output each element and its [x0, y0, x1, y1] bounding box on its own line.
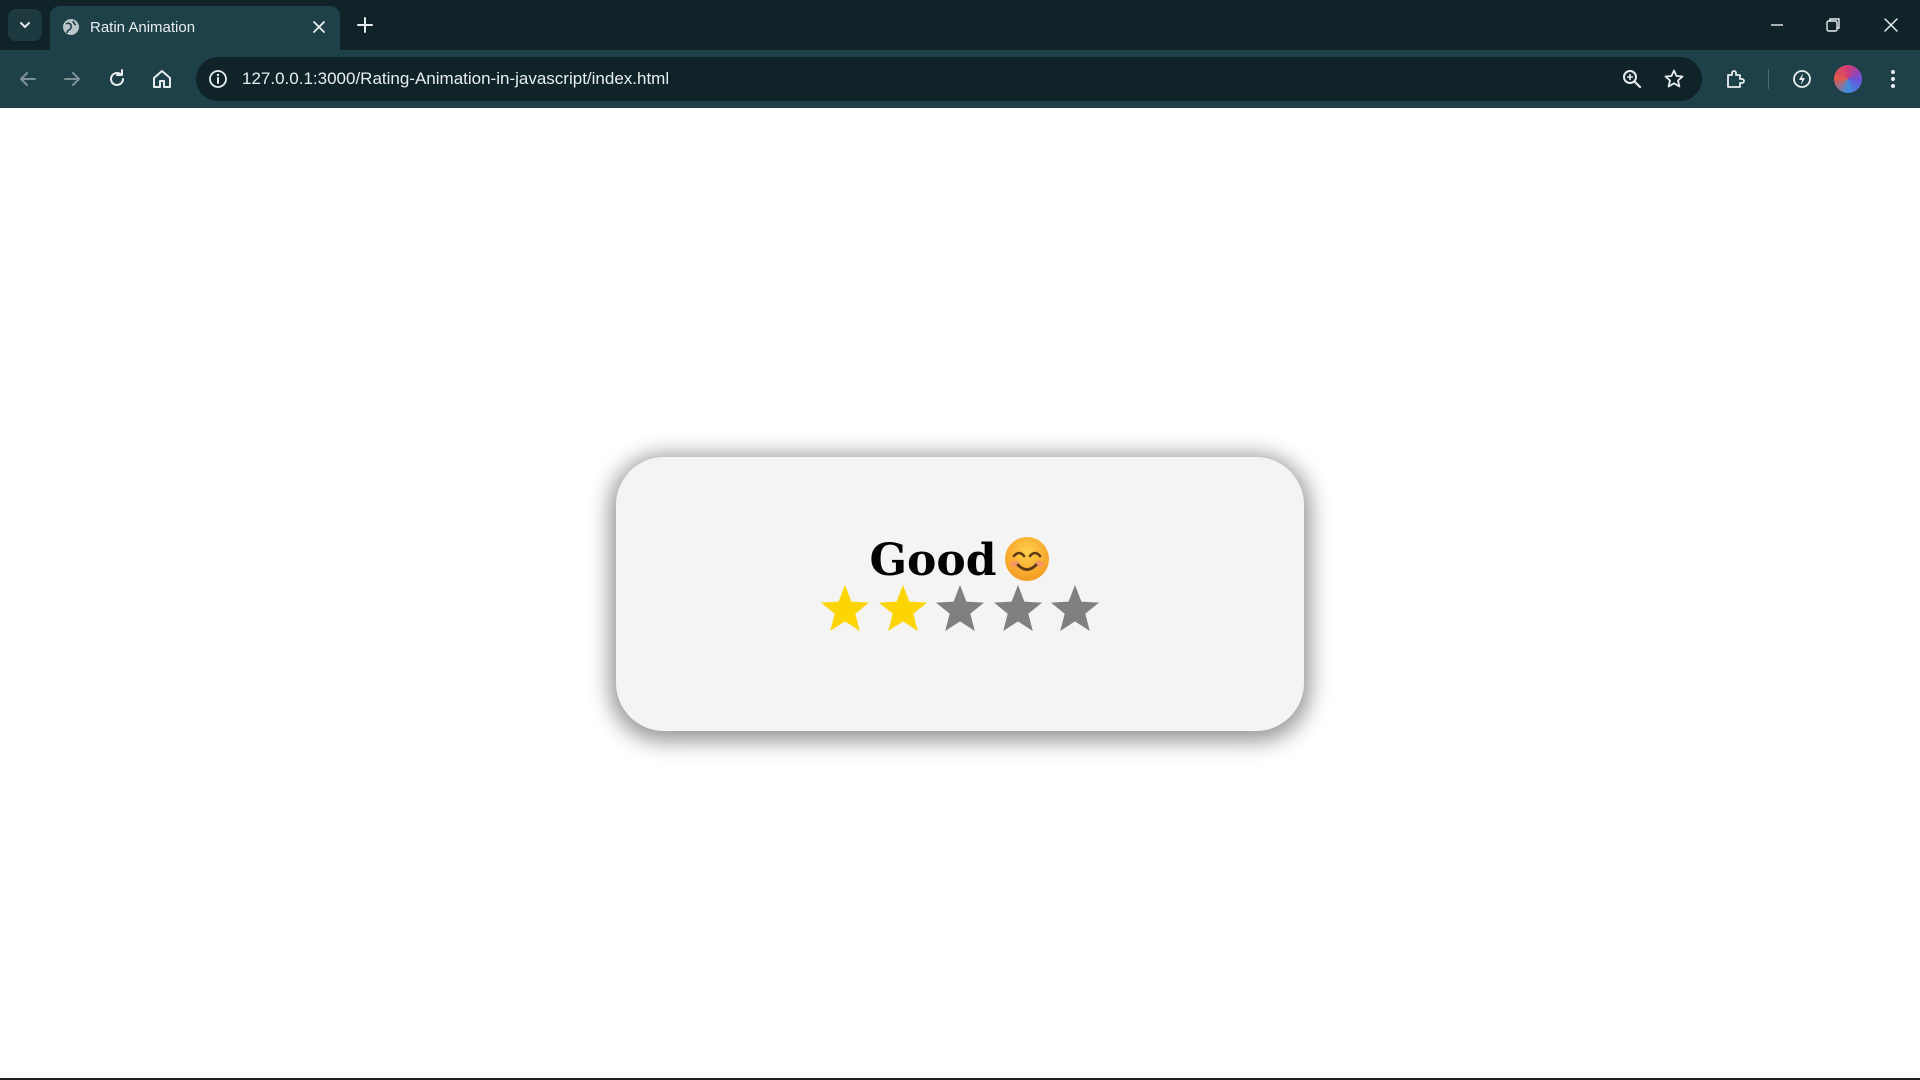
star-3[interactable]	[933, 583, 987, 637]
chevron-down-icon	[20, 22, 30, 29]
avatar[interactable]	[1834, 65, 1862, 93]
close-window-icon[interactable]	[1880, 14, 1902, 36]
tab-active[interactable]: Ratin Animation	[50, 6, 340, 50]
forward-arrow-icon[interactable]	[60, 67, 84, 91]
rating-card: Good	[616, 457, 1304, 731]
speed-icon[interactable]	[1790, 67, 1814, 91]
rating-label-row: Good	[616, 535, 1304, 586]
star-2[interactable]	[876, 583, 930, 637]
star-outline-icon[interactable]	[1662, 67, 1686, 91]
close-icon[interactable]	[310, 18, 328, 36]
star-rating	[818, 583, 1102, 637]
rating-label: Good	[869, 535, 997, 586]
back-arrow-icon[interactable]	[16, 67, 40, 91]
globe-icon	[63, 19, 79, 35]
url-text[interactable]: 127.0.0.1:3000/Rating-Animation-in-javas…	[242, 68, 669, 90]
home-icon[interactable]	[150, 67, 174, 91]
toolbar-divider	[1768, 69, 1769, 89]
browser-window: Ratin Animation 127.0.0.1:3000/Rating-An…	[0, 0, 1920, 1080]
toolbar: 127.0.0.1:3000/Rating-Animation-in-javas…	[0, 50, 1920, 108]
reload-icon[interactable]	[105, 67, 129, 91]
smiling-face-icon	[1004, 536, 1049, 581]
tab-title: Ratin Animation	[90, 19, 196, 36]
zoom-icon[interactable]	[1620, 67, 1644, 91]
tab-search-button[interactable]	[8, 9, 42, 41]
address-bar[interactable]: 127.0.0.1:3000/Rating-Animation-in-javas…	[196, 57, 1702, 101]
restore-icon[interactable]	[1822, 14, 1844, 36]
tab-strip: Ratin Animation	[0, 0, 1920, 50]
star-5[interactable]	[1048, 583, 1102, 637]
minimize-icon[interactable]	[1766, 14, 1788, 36]
page-viewport: Good	[0, 108, 1920, 1078]
puzzle-icon[interactable]	[1723, 67, 1747, 91]
info-icon[interactable]	[206, 67, 230, 91]
plus-icon[interactable]	[354, 14, 376, 36]
star-1[interactable]	[818, 583, 872, 637]
star-4[interactable]	[991, 583, 1045, 637]
kebab-menu-icon[interactable]	[1881, 67, 1905, 91]
